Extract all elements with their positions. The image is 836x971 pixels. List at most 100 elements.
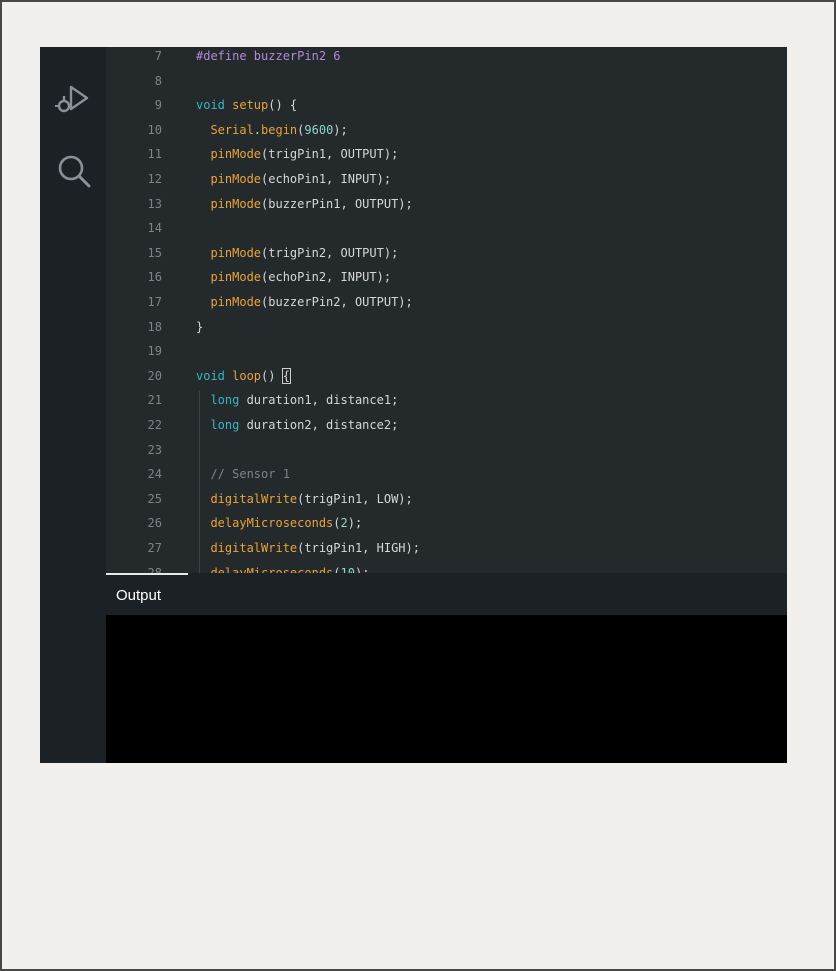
- code-token: delayMicroseconds: [196, 516, 334, 531]
- code-token: (trigPin1, HIGH);: [297, 541, 420, 555]
- line-number: 8: [154, 73, 162, 88]
- code-line[interactable]: 28 delayMicroseconds(10);: [106, 561, 787, 573]
- code-token: void: [196, 368, 233, 383]
- line-number: 19: [147, 344, 162, 359]
- code-line[interactable]: 20 void loop() {: [106, 364, 787, 389]
- code-token: duration1, distance1;: [246, 393, 399, 408]
- code-line[interactable]: 9 void setup() {: [106, 93, 787, 118]
- code-token: pinMode: [196, 147, 262, 162]
- code-token: );: [333, 122, 348, 137]
- code-text: digitalWrite(trigPin1, HIGH);: [196, 536, 420, 561]
- code-editor[interactable]: 7 #define buzzerPin2 6 8 9 void setup() {10 …: [106, 47, 787, 573]
- line-number: 25: [147, 491, 162, 506]
- code-token: pinMode: [196, 295, 262, 309]
- code-line[interactable]: 18}: [106, 315, 787, 340]
- code-line[interactable]: 15 pinMode(trigPin2, OUTPUT);: [106, 241, 787, 266]
- code-line[interactable]: 25 digitalWrite(trigPin1, LOW);: [106, 487, 787, 512]
- line-number: 13: [147, 196, 162, 211]
- code-line[interactable]: 24 // Sensor 1: [106, 462, 787, 487]
- code-token: (: [333, 516, 341, 531]
- code-token: loop: [232, 368, 262, 383]
- code-token: (trigPin1, LOW);: [297, 491, 413, 506]
- code-text: void setup() {: [196, 93, 297, 118]
- screenshot-frame: 7 #define buzzerPin2 6 8 9 void setup() {10 …: [0, 0, 836, 971]
- code-token: pinMode: [196, 245, 262, 260]
- code-token: delayMicroseconds: [196, 565, 334, 573]
- code-line[interactable]: 17 pinMode(buzzerPin2, OUTPUT);: [106, 290, 787, 315]
- code-text: digitalWrite(trigPin1, LOW);: [196, 487, 413, 512]
- code-line[interactable]: 19: [106, 339, 787, 364]
- code-token: void: [196, 98, 233, 113]
- line-number: 16: [147, 270, 162, 285]
- code-token: begin: [261, 122, 298, 137]
- code-token: (trigPin2, OUTPUT);: [261, 245, 399, 260]
- run-debug-icon[interactable]: [54, 79, 94, 119]
- line-number: 21: [147, 393, 162, 408]
- code-line[interactable]: 21 long duration1, distance1;: [106, 388, 787, 413]
- code-token: .: [253, 122, 262, 137]
- code-token: {: [281, 367, 291, 384]
- code-line[interactable]: 13 pinMode(buzzerPin1, OUTPUT);: [106, 192, 787, 217]
- code-line[interactable]: 26 delayMicroseconds(2);: [106, 511, 787, 536]
- line-number: 22: [147, 418, 162, 432]
- code-token: (trigPin1, OUTPUT);: [261, 147, 399, 162]
- line-number: 14: [147, 221, 162, 236]
- code-line[interactable]: 23: [106, 438, 787, 463]
- code-token: (echoPin2, INPUT);: [261, 270, 392, 285]
- code-token: Serial: [196, 122, 254, 137]
- code-text: long duration1, distance1;: [196, 388, 398, 413]
- code-text: pinMode(trigPin1, OUTPUT);: [196, 142, 398, 167]
- code-token: (echoPin1, INPUT);: [261, 172, 392, 186]
- code-text: // Sensor 1: [196, 462, 290, 487]
- code-text: #define buzzerPin2 6: [196, 47, 341, 69]
- code-token: );: [347, 516, 363, 531]
- code-text: void loop() {: [196, 364, 291, 389]
- code-token: (: [333, 565, 341, 573]
- code-token: long: [196, 393, 247, 408]
- code-token: );: [354, 565, 370, 573]
- line-number: 27: [147, 541, 162, 555]
- code-line[interactable]: 8: [106, 69, 787, 94]
- code-token: pinMode: [196, 270, 262, 285]
- code-token: // Sensor 1: [196, 467, 290, 482]
- line-number: 17: [147, 295, 162, 309]
- code-line[interactable]: 16 pinMode(echoPin2, INPUT);: [106, 265, 787, 290]
- code-text: delayMicroseconds(2);: [196, 511, 362, 536]
- code-line[interactable]: 10 Serial.begin(9600);: [106, 118, 787, 143]
- code-token: (buzzerPin2, OUTPUT);: [261, 295, 413, 309]
- code-token: digitalWrite: [196, 491, 298, 506]
- code-line[interactable]: 22 long duration2, distance2;: [106, 413, 787, 438]
- line-number: 10: [147, 122, 162, 137]
- code-token: #define buzzerPin2 6: [196, 49, 341, 63]
- code-line[interactable]: 27 digitalWrite(trigPin1, HIGH);: [106, 536, 787, 561]
- code-text: pinMode(echoPin1, INPUT);: [196, 167, 391, 192]
- search-icon[interactable]: [54, 151, 94, 191]
- line-number: 28: [147, 565, 162, 573]
- code-line[interactable]: 14: [106, 216, 787, 241]
- code-text: Serial.begin(9600);: [196, 118, 348, 143]
- line-number: 9: [154, 98, 162, 113]
- line-number: 26: [147, 516, 162, 531]
- tab-output[interactable]: Output: [106, 573, 188, 615]
- code-token: 10: [340, 565, 355, 573]
- code-token: 9600: [304, 122, 334, 137]
- code-text: }: [196, 315, 203, 340]
- code-line[interactable]: 7 #define buzzerPin2 6: [106, 47, 787, 69]
- code-token: () {: [268, 98, 298, 113]
- code-token: duration2, distance2;: [246, 418, 399, 432]
- code-text: pinMode(buzzerPin2, OUTPUT);: [196, 290, 413, 315]
- code-line[interactable]: 12 pinMode(echoPin1, INPUT);: [106, 167, 787, 192]
- output-panel[interactable]: [106, 615, 787, 763]
- line-number: 15: [147, 245, 162, 260]
- output-tab-label: Output: [116, 587, 162, 604]
- line-number: 24: [147, 467, 162, 482]
- line-number: 7: [154, 49, 162, 63]
- code-text: pinMode(trigPin2, OUTPUT);: [196, 241, 398, 266]
- code-token: (buzzerPin1, OUTPUT);: [261, 196, 413, 211]
- code-line[interactable]: 11 pinMode(trigPin1, OUTPUT);: [106, 142, 787, 167]
- line-number: 12: [147, 172, 162, 186]
- code-token: pinMode: [196, 196, 262, 211]
- code-text: pinMode(buzzerPin1, OUTPUT);: [196, 192, 413, 217]
- line-number: 11: [147, 147, 162, 162]
- output-tab-bar: Output: [106, 573, 787, 615]
